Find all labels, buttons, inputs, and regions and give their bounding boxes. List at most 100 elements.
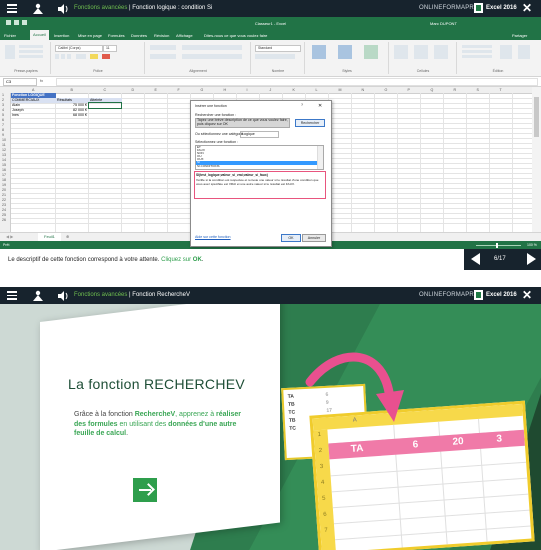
- column-header[interactable]: R: [454, 88, 457, 92]
- list-scrollbar[interactable]: [317, 146, 323, 169]
- scroll-thumb[interactable]: [534, 97, 539, 137]
- column-header[interactable]: N: [362, 88, 365, 92]
- row-header[interactable]: 19: [2, 183, 6, 187]
- row-header[interactable]: 14: [2, 158, 6, 162]
- close-icon[interactable]: ✕: [522, 2, 532, 14]
- menu-icon[interactable]: [7, 4, 17, 13]
- column-header[interactable]: J: [270, 88, 272, 92]
- tell-me-search[interactable]: Dites-nous ce que vous voulez faire: [204, 33, 267, 38]
- row-header[interactable]: 8: [2, 128, 4, 132]
- row-header[interactable]: 25: [2, 213, 6, 217]
- copy-button[interactable]: [19, 50, 43, 53]
- cancel-button[interactable]: Annuler: [302, 234, 326, 242]
- help-icon[interactable]: ?: [301, 103, 303, 107]
- previous-arrow-icon[interactable]: [471, 253, 480, 265]
- underline-icon[interactable]: [67, 54, 71, 59]
- align-left-buttons[interactable]: [150, 54, 176, 59]
- help-link[interactable]: Aide sur cette fonction: [195, 235, 231, 239]
- row-header[interactable]: 16: [2, 168, 6, 172]
- number-format-select[interactable]: Standard: [255, 45, 301, 52]
- row-header[interactable]: 4: [2, 108, 4, 112]
- tab-accueil[interactable]: Accueil: [30, 30, 49, 40]
- speaker-icon[interactable]: [57, 4, 69, 14]
- column-header[interactable]: G: [201, 88, 204, 92]
- formula-input[interactable]: [56, 78, 538, 86]
- next-arrow-icon[interactable]: [527, 253, 536, 265]
- row-header[interactable]: 7: [2, 123, 4, 127]
- column-header[interactable]: K: [293, 88, 295, 92]
- merge-center-button[interactable]: [182, 54, 242, 59]
- row-header[interactable]: 24: [2, 208, 6, 212]
- start-arrow-button[interactable]: [133, 478, 157, 502]
- tab-formules[interactable]: Formules: [108, 33, 125, 38]
- row-header[interactable]: 22: [2, 198, 6, 202]
- row-header[interactable]: 9: [2, 133, 4, 137]
- user-name[interactable]: Marc DUPONT: [430, 21, 457, 26]
- number-format-buttons[interactable]: [255, 54, 295, 59]
- column-header[interactable]: M: [339, 88, 342, 92]
- cut-button[interactable]: [19, 45, 43, 48]
- share-button[interactable]: Partager: [512, 33, 527, 38]
- tab-revision[interactable]: Révision: [154, 33, 169, 38]
- active-cell[interactable]: [88, 102, 122, 109]
- speaker-icon[interactable]: [57, 291, 69, 301]
- column-header[interactable]: P: [408, 88, 410, 92]
- row-header[interactable]: 21: [2, 193, 6, 197]
- format-painter-button[interactable]: [19, 55, 43, 58]
- paste-icon[interactable]: [5, 45, 15, 59]
- row-header[interactable]: 10: [2, 138, 6, 142]
- cell-styles-icon[interactable]: [364, 45, 378, 59]
- tab-fichier[interactable]: Fichier: [4, 33, 16, 38]
- menu-icon[interactable]: [7, 291, 17, 300]
- row-header[interactable]: 20: [2, 188, 6, 192]
- row-header[interactable]: 1: [2, 93, 4, 97]
- close-icon[interactable]: ✕: [522, 289, 532, 301]
- zoom-slider[interactable]: [476, 243, 521, 248]
- insert-cells-icon[interactable]: [394, 45, 408, 59]
- function-search-input[interactable]: Tapez une brève description de ce que vo…: [195, 118, 290, 128]
- row-header[interactable]: 23: [2, 203, 6, 207]
- fx-icon[interactable]: fx: [40, 78, 43, 83]
- function-list[interactable]: ET FAUX NON OU OUX SI SI.CONDITIONS: [195, 145, 324, 170]
- tab-mise-en-page[interactable]: Mise en page: [78, 33, 102, 38]
- font-size-select[interactable]: 11: [103, 45, 117, 52]
- vertical-scrollbar[interactable]: [532, 87, 541, 232]
- column-header[interactable]: C: [104, 88, 107, 92]
- category-select[interactable]: Logique: [240, 131, 279, 138]
- column-header[interactable]: I: [247, 88, 248, 92]
- column-header[interactable]: Q: [431, 88, 434, 92]
- column-header[interactable]: B: [71, 88, 73, 92]
- column-header[interactable]: L: [316, 88, 318, 92]
- tab-donnees[interactable]: Données: [131, 33, 147, 38]
- column-header[interactable]: T: [500, 88, 502, 92]
- row-header[interactable]: 18: [2, 178, 6, 182]
- column-header[interactable]: H: [224, 88, 227, 92]
- sheet-nav-arrows[interactable]: ◀ ▶: [6, 233, 13, 241]
- row-header[interactable]: 13: [2, 153, 6, 157]
- close-icon[interactable]: ✕: [318, 103, 322, 109]
- font-name-select[interactable]: Calibri (Corps): [55, 45, 103, 52]
- wrap-text-button[interactable]: [182, 45, 242, 50]
- format-as-table-icon[interactable]: [338, 45, 352, 59]
- sort-filter-icon[interactable]: [500, 45, 512, 59]
- row-header[interactable]: 17: [2, 173, 6, 177]
- zoom-level[interactable]: 100 %: [527, 243, 537, 247]
- row-header[interactable]: 6: [2, 118, 4, 122]
- align-top-buttons[interactable]: [150, 45, 176, 50]
- search-button[interactable]: Rechercher: [295, 119, 325, 127]
- ok-button[interactable]: OK: [281, 234, 301, 242]
- row-header[interactable]: 15: [2, 163, 6, 167]
- column-header[interactable]: O: [385, 88, 388, 92]
- row-header[interactable]: 3: [2, 103, 4, 107]
- font-color-icon[interactable]: [102, 54, 110, 59]
- table-cell[interactable]: 68 000 €: [56, 113, 88, 118]
- tab-affichage[interactable]: Affichage: [176, 33, 193, 38]
- format-cells-icon[interactable]: [434, 45, 448, 59]
- column-header[interactable]: A: [32, 88, 34, 92]
- delete-cells-icon[interactable]: [414, 45, 428, 59]
- column-header[interactable]: F: [178, 88, 180, 92]
- autosum-button[interactable]: [462, 45, 492, 48]
- conditional-format-icon[interactable]: [312, 45, 326, 59]
- name-box[interactable]: C3: [3, 78, 37, 86]
- row-header[interactable]: 26: [2, 218, 6, 222]
